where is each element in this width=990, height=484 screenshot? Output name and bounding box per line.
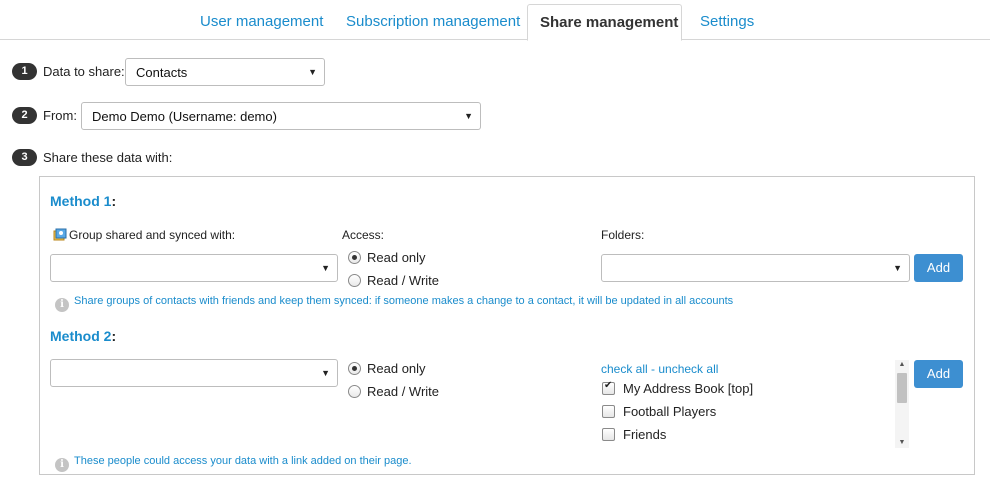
chevron-down-icon: ▼: [308, 67, 317, 77]
group-select[interactable]: ▼: [50, 254, 338, 282]
method1-info: i Share groups of contacts with friends a…: [55, 295, 733, 312]
folder-checkbox-item[interactable]: Friends: [602, 427, 666, 442]
folder-checkbox-item[interactable]: My Address Book [top]: [602, 380, 753, 396]
access-label: Access:: [342, 228, 385, 242]
scroll-thumb[interactable]: [897, 373, 907, 403]
tab-user-management[interactable]: User management: [188, 4, 335, 40]
step-1-label: Data to share:: [43, 64, 125, 79]
method1-add-button[interactable]: Add: [914, 254, 963, 282]
group-label: Group shared and synced with:: [53, 228, 235, 242]
tab-share-management[interactable]: Share management: [527, 4, 682, 41]
share-from-value: Demo Demo (Username: demo): [92, 109, 277, 124]
link-separator: -: [647, 362, 659, 376]
checkbox-checked[interactable]: [602, 380, 615, 395]
folder-list-scrollbar[interactable]: ▲ ▼: [895, 360, 909, 448]
folders-select[interactable]: ▼: [601, 254, 910, 282]
checkbox[interactable]: [602, 405, 615, 418]
tab-bar: User management Subscription management …: [0, 0, 990, 41]
method-1-title: Method 1:: [50, 193, 117, 209]
scroll-up-icon[interactable]: ▲: [895, 360, 909, 370]
chevron-down-icon: ▼: [464, 111, 473, 121]
method2-info: i These people could access your data wit…: [55, 455, 412, 472]
share-from-select[interactable]: Demo Demo (Username: demo) ▼: [81, 102, 481, 130]
checkbox[interactable]: [602, 428, 615, 441]
folder-checkbox-item[interactable]: Football Players: [602, 404, 716, 419]
share-methods-panel: Method 1: Group shared and synced with: …: [39, 176, 975, 475]
step-2-badge: 2: [12, 107, 37, 124]
method2-select[interactable]: ▼: [50, 359, 338, 387]
step-2-label: From:: [43, 108, 77, 123]
chevron-down-icon: ▼: [893, 263, 902, 273]
method-2-title: Method 2:: [50, 328, 117, 344]
chevron-down-icon: ▼: [321, 368, 330, 378]
radio-button-checked[interactable]: [348, 251, 361, 264]
check-uncheck-links: check all - uncheck all: [601, 362, 718, 376]
uncheck-all-link[interactable]: uncheck all: [658, 362, 718, 376]
radio-button[interactable]: [348, 385, 361, 398]
step-3-label: Share these data with:: [43, 150, 173, 165]
step-3-badge: 3: [12, 149, 37, 166]
method1-radio-read-write[interactable]: Read / Write: [348, 273, 439, 288]
step-1-badge: 1: [12, 63, 37, 80]
data-to-share-value: Contacts: [136, 65, 188, 80]
check-all-link[interactable]: check all: [601, 362, 648, 376]
tab-settings[interactable]: Settings: [688, 4, 766, 40]
info-icon: i: [55, 298, 69, 312]
method2-radio-read-only[interactable]: Read only: [348, 361, 426, 376]
method2-radio-read-write[interactable]: Read / Write: [348, 384, 439, 399]
info-icon: i: [55, 458, 69, 472]
radio-button-checked[interactable]: [348, 362, 361, 375]
tab-subscription-management[interactable]: Subscription management: [334, 4, 532, 40]
scroll-down-icon[interactable]: ▼: [895, 438, 909, 448]
method1-radio-read-only[interactable]: Read only: [348, 250, 426, 265]
group-share-icon: [53, 228, 67, 242]
radio-button[interactable]: [348, 274, 361, 287]
folders-label: Folders:: [601, 228, 645, 242]
chevron-down-icon: ▼: [321, 263, 330, 273]
method2-add-button[interactable]: Add: [914, 360, 963, 388]
data-to-share-select[interactable]: Contacts ▼: [125, 58, 325, 86]
